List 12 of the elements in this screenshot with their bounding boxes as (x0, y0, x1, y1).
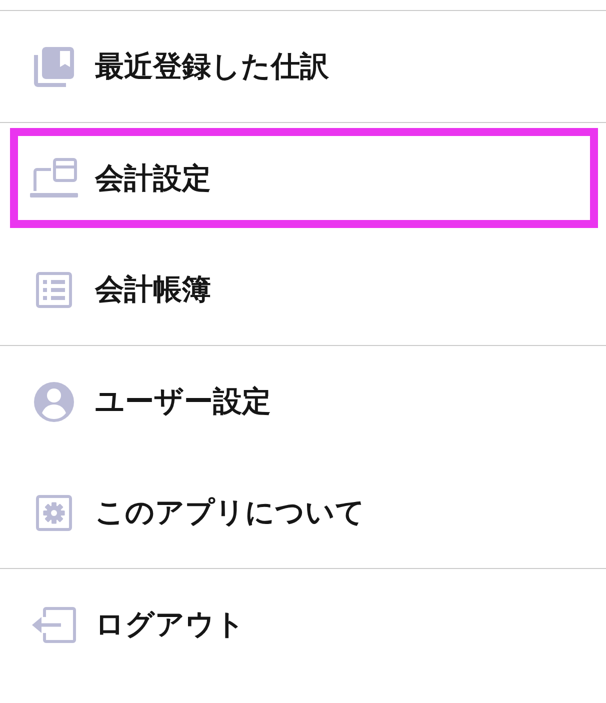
laptop-window-icon (30, 158, 78, 198)
settings-icon (36, 494, 72, 530)
menu-item[interactable]: 最近登録した仕訳 (0, 11, 606, 122)
user-icon (34, 382, 74, 422)
menu-item[interactable]: このアプリについて (0, 457, 606, 568)
menu-item[interactable]: ユーザー設定 (0, 346, 606, 457)
menu-item[interactable]: 会計設定 (10, 128, 598, 228)
logout-icon (32, 606, 76, 642)
list-icon (36, 272, 72, 308)
menu-item[interactable]: ログアウト (0, 569, 606, 680)
menu-item[interactable]: 会計帳簿 (0, 234, 606, 345)
books-icon (34, 46, 74, 86)
